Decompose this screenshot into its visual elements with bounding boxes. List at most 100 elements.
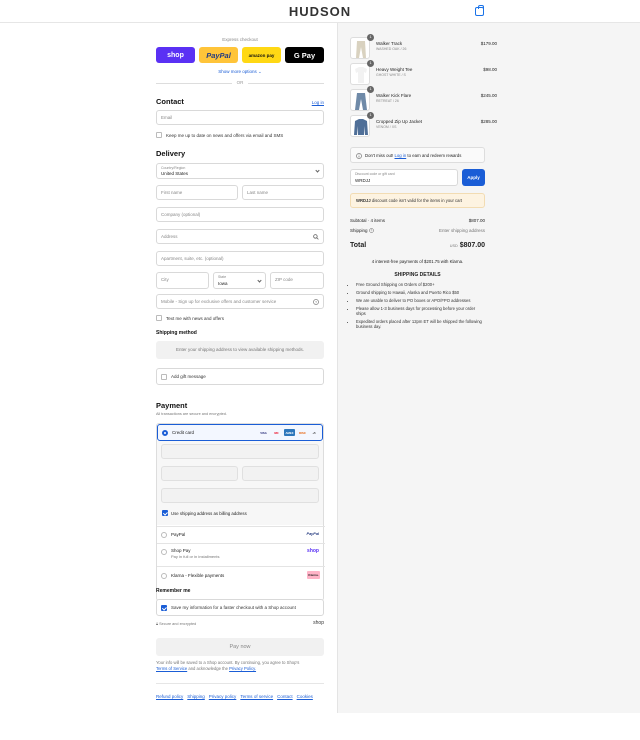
save-info-option[interactable]: Save my information for a faster checkou… — [156, 599, 324, 616]
item-name: Heavy Weight Tee — [376, 67, 413, 72]
item-variant: VENOM / XS — [376, 125, 397, 129]
search-icon — [313, 234, 319, 240]
card-name-field[interactable] — [161, 488, 319, 503]
cart-item: 1 Heavy Weight Tee GHOST WHITE / S $98.0… — [350, 60, 497, 85]
rewards-login-link[interactable]: Log in — [395, 153, 407, 158]
billing-address-label: Use shipping address as billing address — [171, 511, 247, 516]
card-cvv-field[interactable] — [242, 466, 319, 481]
item-name: Walker Track — [376, 41, 403, 46]
card-number-field[interactable] — [161, 444, 319, 459]
credit-card-label: Credit card — [172, 430, 195, 435]
zip-field[interactable]: ZIP code — [270, 272, 324, 289]
shop-pay-option[interactable]: Shop Pay Pay in full or in installments … — [157, 543, 325, 566]
discount-value: WRDJJ — [355, 178, 371, 183]
chevron-down-icon — [257, 278, 262, 283]
klarna-option[interactable]: Klarna - Flexible payments Klarna. — [157, 566, 325, 584]
terms-link[interactable]: Terms of Service — [156, 666, 187, 671]
shipping-details-list: Free Ground Shipping on Orders of $200+ … — [356, 282, 486, 332]
error-code: WRDJJ — [356, 198, 371, 203]
payment-subtitle: All transactions are secure and encrypte… — [156, 412, 227, 416]
state-value: Iowa — [218, 281, 228, 286]
paypal-label: PayPal — [206, 50, 231, 60]
rewards-rest: to earn and redeem rewards — [407, 153, 462, 158]
contact-link[interactable]: Contact — [277, 694, 293, 699]
legal-text: Your info will be saved to a Shop accoun… — [156, 660, 324, 672]
pay-now-button[interactable]: Pay now — [156, 638, 324, 656]
secure-note: 🔒︎ Secure and encrypted — [156, 622, 196, 626]
address-placeholder: Address — [161, 234, 178, 239]
google-pay-label: G Pay — [293, 50, 316, 60]
privacy-link[interactable]: Privacy Policy. — [229, 666, 256, 671]
secure-label: Secure and encrypted — [159, 622, 197, 626]
help-icon[interactable]: ? — [368, 228, 374, 233]
refund-policy-link[interactable]: Refund policy — [156, 694, 183, 699]
checkout-form: Express checkout shop PayPal amazon pay … — [0, 23, 337, 740]
klarna-radio[interactable] — [161, 573, 167, 579]
amazon-pay-button[interactable]: amazon pay — [242, 47, 281, 63]
text-me-checkbox[interactable] — [156, 315, 162, 321]
amex-icon: AMEX — [284, 429, 295, 436]
brand-logo[interactable]: HUDSON — [0, 4, 640, 19]
country-select[interactable]: Country/Region United States — [156, 163, 324, 179]
discount-code-field[interactable]: Discount code or gift card WRDJJ — [350, 169, 458, 186]
credit-card-radio[interactable] — [162, 430, 168, 436]
save-info-checkbox[interactable] — [161, 605, 167, 611]
cookies-link[interactable]: Cookies — [297, 694, 313, 699]
gift-message-option[interactable]: Add gift message — [156, 368, 324, 385]
email-field[interactable]: Email — [156, 110, 324, 125]
city-field[interactable]: City — [156, 272, 209, 289]
card-details-panel: Use shipping address as billing address — [157, 441, 323, 525]
shop-pay-subtitle: Pay in full or in installments — [171, 554, 220, 559]
paypal-button[interactable]: PayPal — [199, 47, 238, 63]
save-info-label: Save my information for a faster checkou… — [171, 605, 296, 610]
item-price: $285.00 — [480, 119, 497, 124]
info-icon — [356, 153, 362, 159]
item-price: $245.00 — [480, 93, 497, 98]
quantity-badge: 1 — [367, 112, 374, 119]
show-more-options-link[interactable]: Show more options ⌄ — [156, 69, 324, 75]
address-field[interactable]: Address — [156, 229, 324, 244]
apply-button[interactable]: Apply — [462, 169, 485, 186]
billing-address-checkbox[interactable] — [162, 510, 168, 516]
total-value: $807.00 — [459, 242, 485, 249]
shop-pay-button[interactable]: shop — [156, 47, 195, 63]
help-icon[interactable]: ? — [313, 299, 319, 305]
phone-field[interactable]: Mobile - Sign up for exclusive offers an… — [156, 294, 324, 309]
first-name-field[interactable]: First name — [156, 185, 238, 200]
more-cards-badge: +5 — [312, 430, 316, 435]
jeans-icon — [355, 93, 367, 110]
google-pay-button[interactable]: G Pay — [285, 47, 324, 63]
product-thumbnail — [350, 115, 370, 137]
company-field[interactable]: Company (optional) — [156, 207, 324, 222]
state-select[interactable]: State Iowa — [213, 272, 266, 289]
lock-icon: 🔒︎ — [156, 622, 159, 626]
city-placeholder: City — [161, 277, 169, 282]
email-placeholder: Email — [161, 115, 173, 120]
login-link[interactable]: Log in — [296, 100, 324, 105]
paypal-radio[interactable] — [161, 532, 167, 538]
apartment-field[interactable]: Apartment, suite, etc. (optional) — [156, 251, 324, 266]
shipping-link[interactable]: Shipping — [187, 694, 205, 699]
paypal-option[interactable]: PayPal PayPal — [157, 526, 325, 543]
shopping-bag-icon[interactable] — [475, 5, 484, 16]
svg-text:?: ? — [315, 300, 317, 304]
discover-icon: DISC — [299, 430, 306, 435]
quantity-badge: 1 — [367, 60, 374, 67]
product-thumbnail — [350, 89, 370, 111]
terms-of-service-link[interactable]: Terms of service — [240, 694, 273, 699]
tshirt-icon — [355, 67, 367, 83]
chevron-down-icon — [315, 168, 320, 173]
news-checkbox[interactable] — [156, 132, 162, 138]
news-checkbox-label: Keep me up to date on news and offers vi… — [166, 133, 284, 138]
credit-card-option[interactable]: Credit card VISA MC AMEX DISC +5 — [157, 424, 323, 441]
legal-intro: Your info will be saved to a Shop accoun… — [156, 660, 300, 665]
item-name: Walker Kick Flare — [376, 93, 412, 98]
first-name-placeholder: First name — [161, 190, 183, 195]
gift-message-checkbox[interactable] — [161, 374, 167, 380]
discount-error: WRDJJ discount code isn't valid for the … — [350, 193, 485, 208]
last-name-field[interactable]: Last name — [242, 185, 324, 200]
privacy-policy-link[interactable]: Privacy policy — [209, 694, 237, 699]
card-expiry-field[interactable] — [161, 466, 238, 481]
footer-divider — [156, 683, 324, 684]
shop-pay-radio[interactable] — [161, 549, 167, 555]
